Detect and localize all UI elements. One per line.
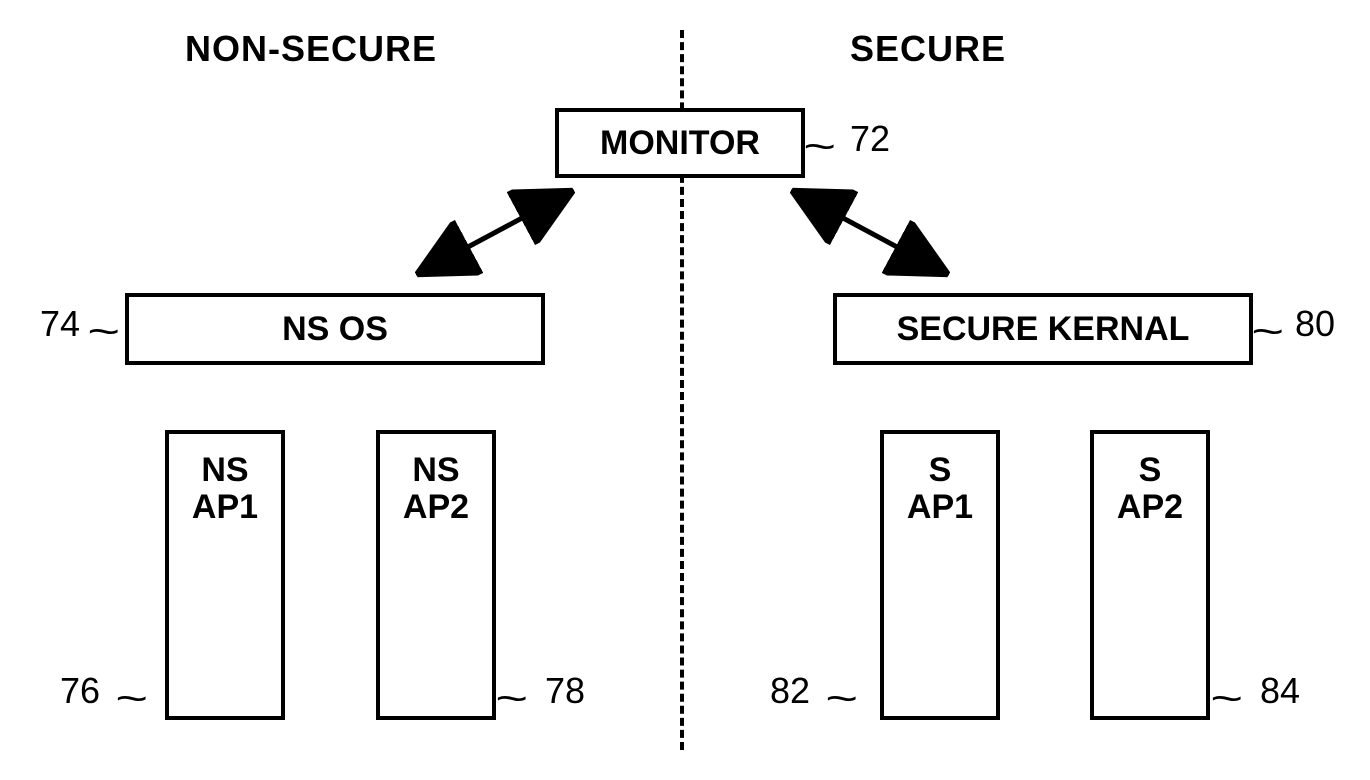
tilde-icon: ~ [115,677,148,722]
ns-ap1-box: NS AP1 [165,430,285,720]
arrow-monitor-securekernel [775,175,965,295]
header-secure: SECURE [850,28,1006,70]
ns-ap2-ref: 78 [545,670,585,712]
secure-kernel-label: SECURE KERNAL [897,310,1190,349]
ns-os-box: NS OS [125,293,545,365]
header-non-secure: NON-SECURE [185,28,437,70]
s-ap2-ref: 84 [1260,670,1300,712]
s-ap2-line1: S [1139,452,1162,489]
tilde-icon: ~ [495,677,528,722]
ns-ap1-line2: AP1 [192,489,258,526]
tilde-icon: ~ [87,310,120,355]
secure-kernel-ref: 80 [1295,303,1335,345]
ns-os-ref: 74 [40,303,80,345]
tilde-icon: ~ [1210,677,1243,722]
arrow-monitor-nsos [400,175,590,295]
ns-ap2-box: NS AP2 [376,430,496,720]
tilde-icon: ~ [825,677,858,722]
s-ap2-box: S AP2 [1090,430,1210,720]
s-ap1-line1: S [929,452,952,489]
monitor-label: MONITOR [600,124,760,163]
s-ap2-line2: AP2 [1117,489,1183,526]
ns-ap1-ref: 76 [60,670,100,712]
ns-os-label: NS OS [282,310,388,349]
s-ap1-box: S AP1 [880,430,1000,720]
tilde-icon: ~ [803,125,836,170]
tilde-icon: ~ [1251,310,1284,355]
monitor-ref: 72 [850,118,890,160]
secure-kernel-box: SECURE KERNAL [833,293,1253,365]
diagram-canvas: NON-SECURE SECURE MONITOR ~ 72 [0,0,1370,780]
ns-ap1-line1: NS [201,452,248,489]
monitor-box: MONITOR [555,108,805,178]
ns-ap2-line1: NS [412,452,459,489]
s-ap1-ref: 82 [770,670,810,712]
ns-ap2-line2: AP2 [403,489,469,526]
s-ap1-line2: AP1 [907,489,973,526]
